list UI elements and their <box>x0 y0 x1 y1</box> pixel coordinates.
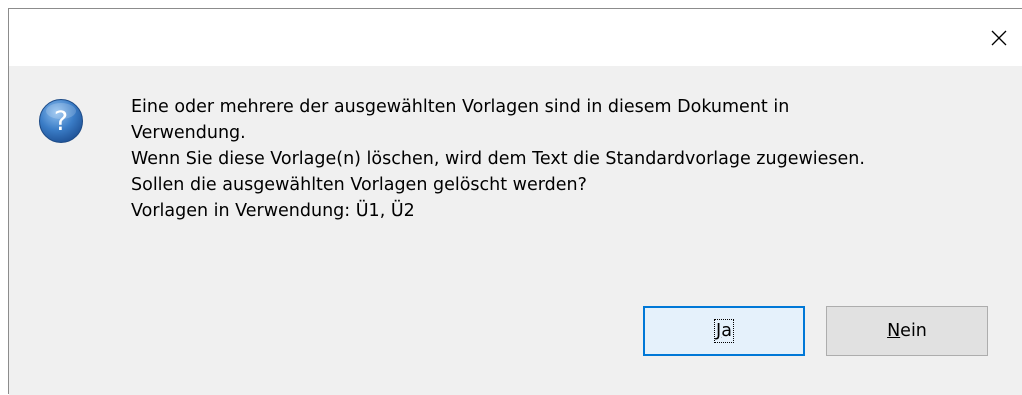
no-mnemonic: N <box>887 321 901 341</box>
message-line: Verwendung. <box>131 123 246 143</box>
yes-button-label: Ja <box>714 319 734 343</box>
dialog-body: ? Eine oder mehrere der ausgewählten Vor… <box>9 66 1022 395</box>
message-line: Eine oder mehrere der ausgewählten Vorla… <box>131 97 790 117</box>
close-icon <box>991 30 1007 46</box>
message-line: Sollen die ausgewählten Vorlagen gelösch… <box>131 175 587 195</box>
message-line: Wenn Sie diese Vorlage(n) löschen, wird … <box>131 149 865 169</box>
message-dialog: ? Eine oder mehrere der ausgewählten Vor… <box>8 8 1022 395</box>
title-bar <box>9 9 1022 66</box>
yes-button[interactable]: Ja <box>643 306 805 356</box>
message-line: Vorlagen in Verwendung: Ü1, Ü2 <box>131 201 415 221</box>
no-label-rest: ein <box>900 321 927 341</box>
question-icon: ? <box>38 98 84 144</box>
no-button[interactable]: Nein <box>826 306 988 356</box>
dialog-message: Eine oder mehrere der ausgewählten Vorla… <box>131 94 1011 224</box>
yes-label-rest: a <box>721 321 732 341</box>
no-button-label: Nein <box>887 321 927 341</box>
close-button[interactable] <box>976 9 1022 66</box>
svg-text:?: ? <box>54 106 68 137</box>
